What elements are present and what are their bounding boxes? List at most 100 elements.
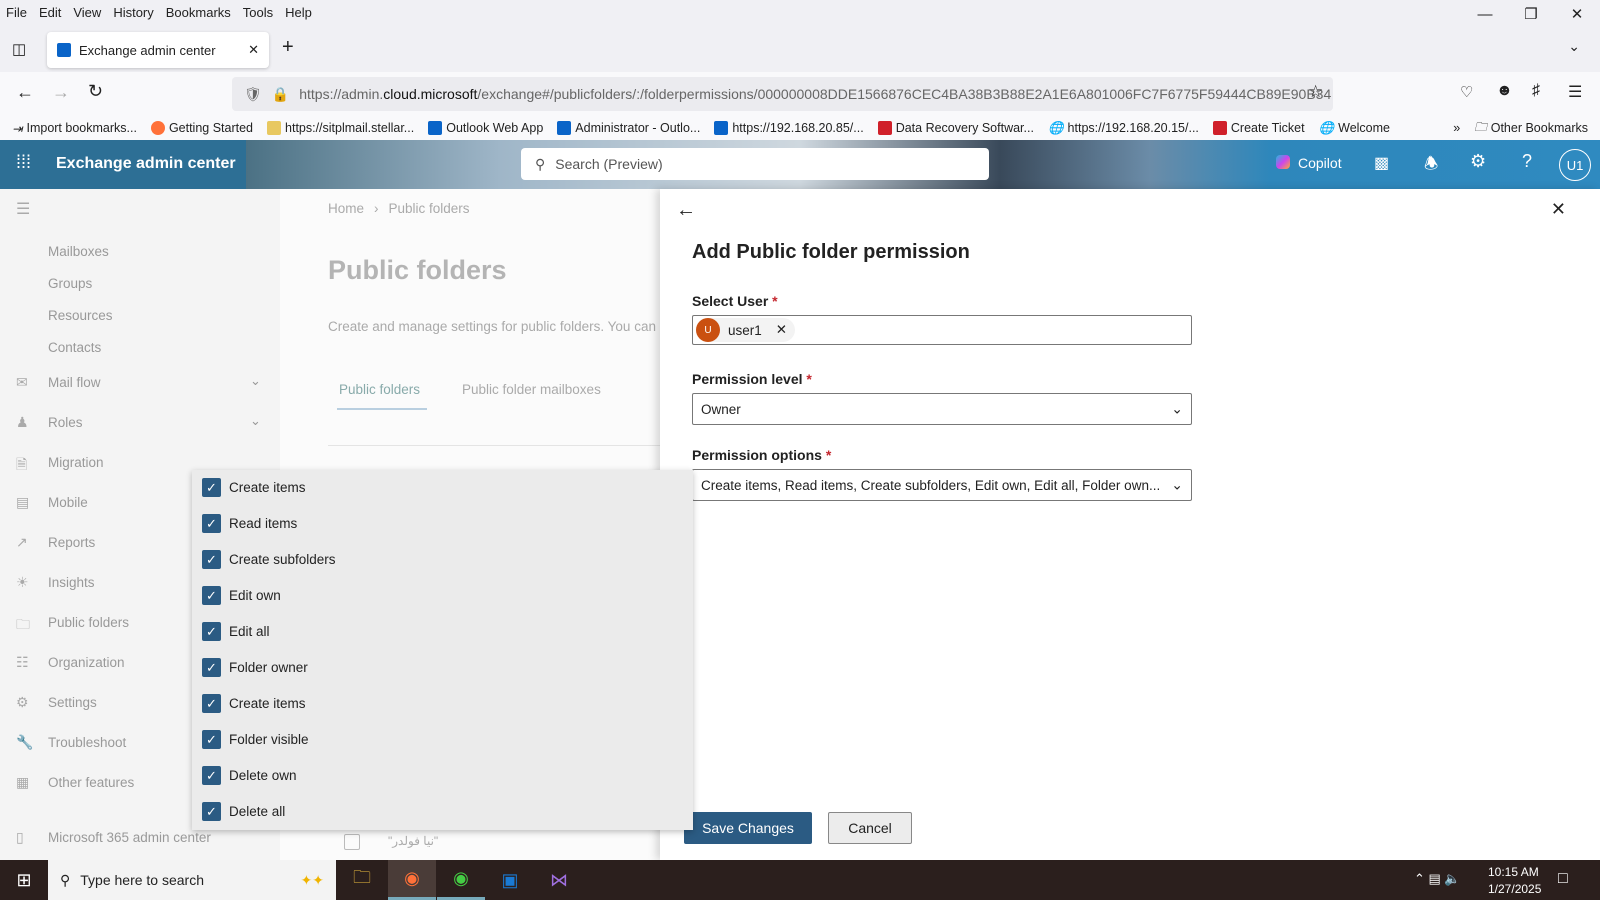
row-checkbox[interactable]: [344, 834, 360, 850]
tab-exchange[interactable]: Exchange admin center ✕: [47, 32, 269, 68]
nav-item-contacts[interactable]: Contacts: [48, 340, 101, 355]
nav-item-mailboxes[interactable]: Mailboxes: [48, 244, 109, 259]
nav-item-settings[interactable]: Settings: [48, 695, 97, 710]
back-icon[interactable]: ←: [16, 82, 34, 103]
chevron-down-icon[interactable]: ⌄: [250, 373, 261, 389]
option-create-items-2[interactable]: ✓ Create items: [202, 694, 306, 713]
nav-item-mobile[interactable]: Mobile: [48, 495, 88, 510]
minimize-icon[interactable]: —: [1462, 0, 1508, 28]
restore-icon[interactable]: ❐: [1508, 0, 1554, 28]
close-window-icon[interactable]: ✕: [1554, 0, 1600, 28]
other-bookmarks[interactable]: 🗀 Other Bookmarks: [1474, 118, 1588, 139]
back-arrow-icon[interactable]: ←: [676, 199, 696, 222]
gear-icon[interactable]: ⚙: [1470, 151, 1486, 172]
url-bar[interactable]: 🛡 🔒 https://admin.cloud.microsoft/exchan…: [232, 77, 1333, 111]
bookmark-item[interactable]: ⇥ Import bookmarks...: [12, 121, 137, 136]
visual-studio-icon[interactable]: ⋈: [535, 860, 583, 900]
bookmark-item[interactable]: 🌐 https://192.168.20.15/...: [1048, 121, 1199, 136]
save-changes-button[interactable]: Save Changes: [684, 812, 812, 844]
select-user-field[interactable]: U user1 ✕: [692, 315, 1192, 345]
windows-start-icon[interactable]: ⊞: [0, 860, 48, 900]
tab-public-folder-mailboxes[interactable]: Public folder mailboxes: [462, 382, 601, 397]
firefox-taskbar-icon[interactable]: ◉: [388, 860, 436, 900]
option-folder-owner[interactable]: ✓ Folder owner: [202, 658, 308, 677]
remove-user-icon[interactable]: ✕: [776, 322, 787, 338]
hamburger-menu-icon[interactable]: ☰: [1568, 82, 1582, 102]
outlook-icon: [428, 121, 443, 135]
chrome-icon[interactable]: ◉: [437, 860, 485, 900]
search-input[interactable]: ⚲ Search (Preview): [521, 148, 989, 180]
help-icon[interactable]: ?: [1522, 151, 1532, 172]
avatar[interactable]: U1: [1559, 149, 1591, 181]
bookmark-item[interactable]: https://sitplmail.stellar...: [267, 121, 414, 135]
menu-bookmarks[interactable]: Bookmarks: [166, 5, 231, 20]
folder-name[interactable]: "نيا فولدر": [388, 834, 438, 848]
tab-list-icon[interactable]: ◫: [12, 40, 26, 58]
permission-level-dropdown[interactable]: Owner ⌄: [692, 393, 1192, 425]
nav-item-public-folders[interactable]: Public folders: [48, 615, 129, 630]
menu-help[interactable]: Help: [285, 5, 312, 20]
tab-public-folders[interactable]: Public folders: [339, 382, 420, 397]
menu-file[interactable]: File: [6, 5, 27, 20]
nav-item-resources[interactable]: Resources: [48, 308, 113, 323]
collapse-nav-icon[interactable]: ☰: [16, 199, 30, 219]
option-read-items[interactable]: ✓ Read items: [202, 514, 297, 533]
new-tab-icon[interactable]: +: [282, 36, 294, 59]
breadcrumb-home[interactable]: Home: [328, 201, 364, 216]
nav-item-insights[interactable]: Insights: [48, 575, 95, 590]
sparkle-icon: ✦✦: [300, 871, 324, 888]
bookmark-item[interactable]: 🌐 Welcome: [1319, 121, 1390, 136]
option-create-subfolders[interactable]: ✓ Create subfolders: [202, 550, 336, 569]
nav-item-roles[interactable]: Roles: [48, 415, 83, 430]
option-edit-all[interactable]: ✓ Edit all: [202, 622, 270, 641]
clock-time[interactable]: 10:15 AM: [1488, 865, 1539, 879]
chevron-down-icon[interactable]: ⌄: [1568, 38, 1580, 55]
nav-item-other-features[interactable]: Other features: [48, 775, 134, 790]
account-icon[interactable]: ☻: [1496, 82, 1513, 100]
bookmark-item[interactable]: Outlook Web App: [428, 121, 543, 135]
option-folder-visible[interactable]: ✓ Folder visible: [202, 730, 309, 749]
close-tab-icon[interactable]: ✕: [248, 42, 259, 58]
close-icon[interactable]: ✕: [1551, 199, 1566, 220]
bookmark-item[interactable]: Data Recovery Softwar...: [877, 121, 1034, 135]
globe-icon: 🌐: [1318, 120, 1335, 135]
nav-item-troubleshoot[interactable]: Troubleshoot: [48, 735, 126, 750]
option-create-items[interactable]: ✓ Create items: [202, 478, 306, 497]
more-bookmarks-icon[interactable]: »: [1453, 121, 1460, 135]
option-delete-all[interactable]: ✓ Delete all: [202, 802, 285, 821]
bookmark-item[interactable]: Create Ticket: [1212, 121, 1305, 135]
bookmark-item[interactable]: Getting Started: [150, 121, 253, 135]
pocket-icon[interactable]: ♡: [1460, 83, 1473, 101]
notification-icon[interactable]: □: [1558, 870, 1568, 888]
menu-edit[interactable]: Edit: [39, 5, 61, 20]
extensions-icon[interactable]: ♯: [1532, 82, 1540, 100]
tray-icons[interactable]: ⌃ ▤ 🔈: [1414, 871, 1461, 887]
option-edit-own[interactable]: ✓ Edit own: [202, 586, 281, 605]
nav-item-m365-admin-center[interactable]: Microsoft 365 admin center: [48, 830, 211, 845]
menu-view[interactable]: View: [73, 5, 101, 20]
cancel-button[interactable]: Cancel: [828, 812, 912, 844]
permission-options-dropdown[interactable]: Create items, Read items, Create subfold…: [692, 469, 1192, 501]
nav-item-reports[interactable]: Reports: [48, 535, 95, 550]
option-delete-own[interactable]: ✓ Delete own: [202, 766, 297, 785]
outlook-taskbar-icon[interactable]: ▣: [486, 860, 534, 900]
chevron-down-icon[interactable]: ⌄: [250, 413, 261, 429]
bell-icon[interactable]: 🕭: [1424, 153, 1438, 180]
bookmark-item[interactable]: Administrator - Outlo...: [557, 121, 700, 135]
forward-icon[interactable]: →: [52, 82, 70, 103]
taskbar-search[interactable]: ⚲ Type here to search ✦✦: [48, 860, 336, 900]
nav-item-organization[interactable]: Organization: [48, 655, 125, 670]
nav-item-migration[interactable]: Migration: [48, 455, 104, 470]
reload-icon[interactable]: ↻: [88, 81, 103, 102]
app-launcher-icon[interactable]: ⁞⁞⁞: [16, 152, 31, 173]
star-icon[interactable]: ☆: [1308, 82, 1323, 102]
menu-tools[interactable]: Tools: [243, 5, 273, 20]
terminal-icon[interactable]: ▩: [1374, 153, 1389, 173]
nav-item-mail-flow[interactable]: Mail flow: [48, 375, 101, 390]
clock-date[interactable]: 1/27/2025: [1488, 882, 1541, 896]
bookmark-item[interactable]: https://192.168.20.85/...: [714, 121, 864, 135]
nav-item-groups[interactable]: Groups: [48, 276, 92, 291]
menu-history[interactable]: History: [113, 5, 153, 20]
copilot-button[interactable]: Copilot: [1276, 155, 1342, 171]
file-explorer-icon[interactable]: 🗀: [338, 860, 386, 900]
